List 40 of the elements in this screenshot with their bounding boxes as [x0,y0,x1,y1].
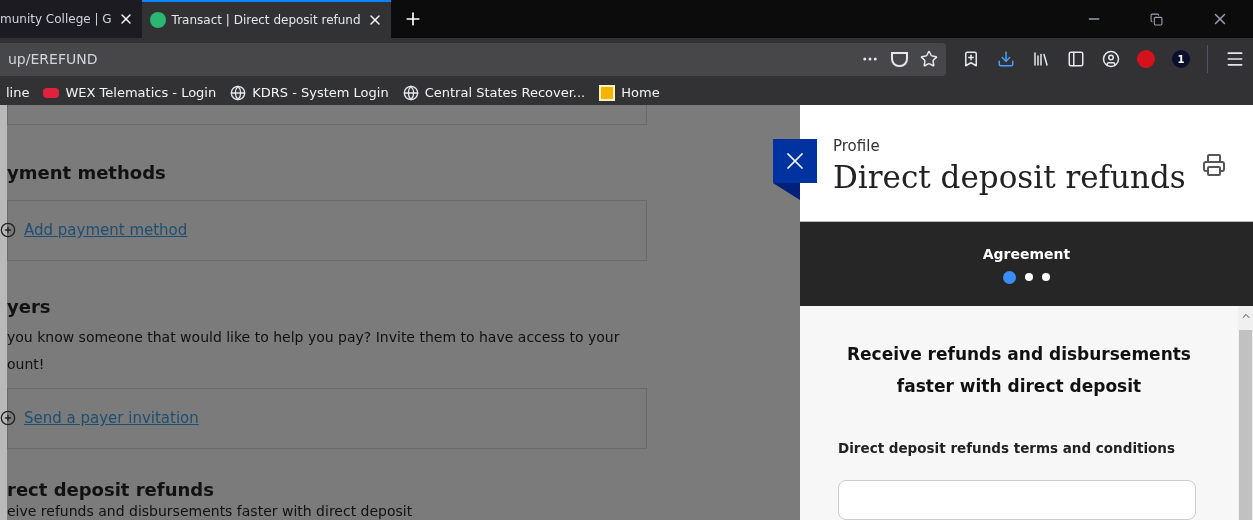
section-text: you know someone that would like to help you pay? Invite them to have access to your ount! [7,327,620,374]
section-heading: yment methods [7,160,166,185]
address-bar[interactable]: up/EREFUND [0,42,946,76]
site-favicon-icon [149,12,166,28]
bookmark-link[interactable]: KDRS - System Login [230,82,389,103]
plus-icon [0,222,16,239]
globe-icon [402,84,419,101]
account-icon[interactable] [1102,50,1120,68]
extension-badge[interactable]: 1 [1172,50,1190,68]
breadcrumb: Profile [833,136,881,157]
url-text: up/EREFUND [8,49,99,69]
close-ribbon[interactable] [773,139,817,183]
tab-title: Transact | Direct deposit refund [171,12,361,29]
star-icon[interactable] [920,50,938,68]
globe-icon [230,84,247,101]
scrollbar[interactable] [1238,305,1253,520]
plus-icon [0,410,16,427]
terms-heading: Direct deposit refunds terms and conditions [838,438,1176,458]
step-label: Agreement [982,244,1071,264]
browser-tab[interactable]: Transact | Direct deposit refund [141,0,391,38]
library-icon[interactable] [1032,50,1050,68]
section-heading: yers [7,294,51,319]
download-icon[interactable] [997,50,1015,68]
panel-title: Direct deposit refunds [833,157,1186,196]
menu-icon[interactable] [1225,49,1245,69]
ribbon-fold-icon [773,183,800,200]
bookmark-link[interactable]: WEX Telematics - Login [43,82,217,103]
tab-title: munity College | G [0,11,112,28]
browser-tab[interactable]: munity College | G [0,0,142,38]
section-text: eive refunds and disbursements faster with direct deposit [7,503,413,520]
restore-icon[interactable] [1150,12,1163,26]
pocket-icon[interactable] [891,51,908,67]
print-icon[interactable] [1201,153,1226,177]
sidebar-icon[interactable] [1067,50,1085,68]
section-heading: rect deposit refunds [7,479,214,501]
bookmark-link[interactable]: Central States Recover... [402,82,586,103]
bookmark-link[interactable]: line [6,82,30,103]
bookmark-star-icon[interactable] [962,50,980,68]
intro-heading: Receive refunds and disbursements faster with direct deposit [846,342,1192,398]
bookmark-link[interactable]: Home [599,82,660,103]
